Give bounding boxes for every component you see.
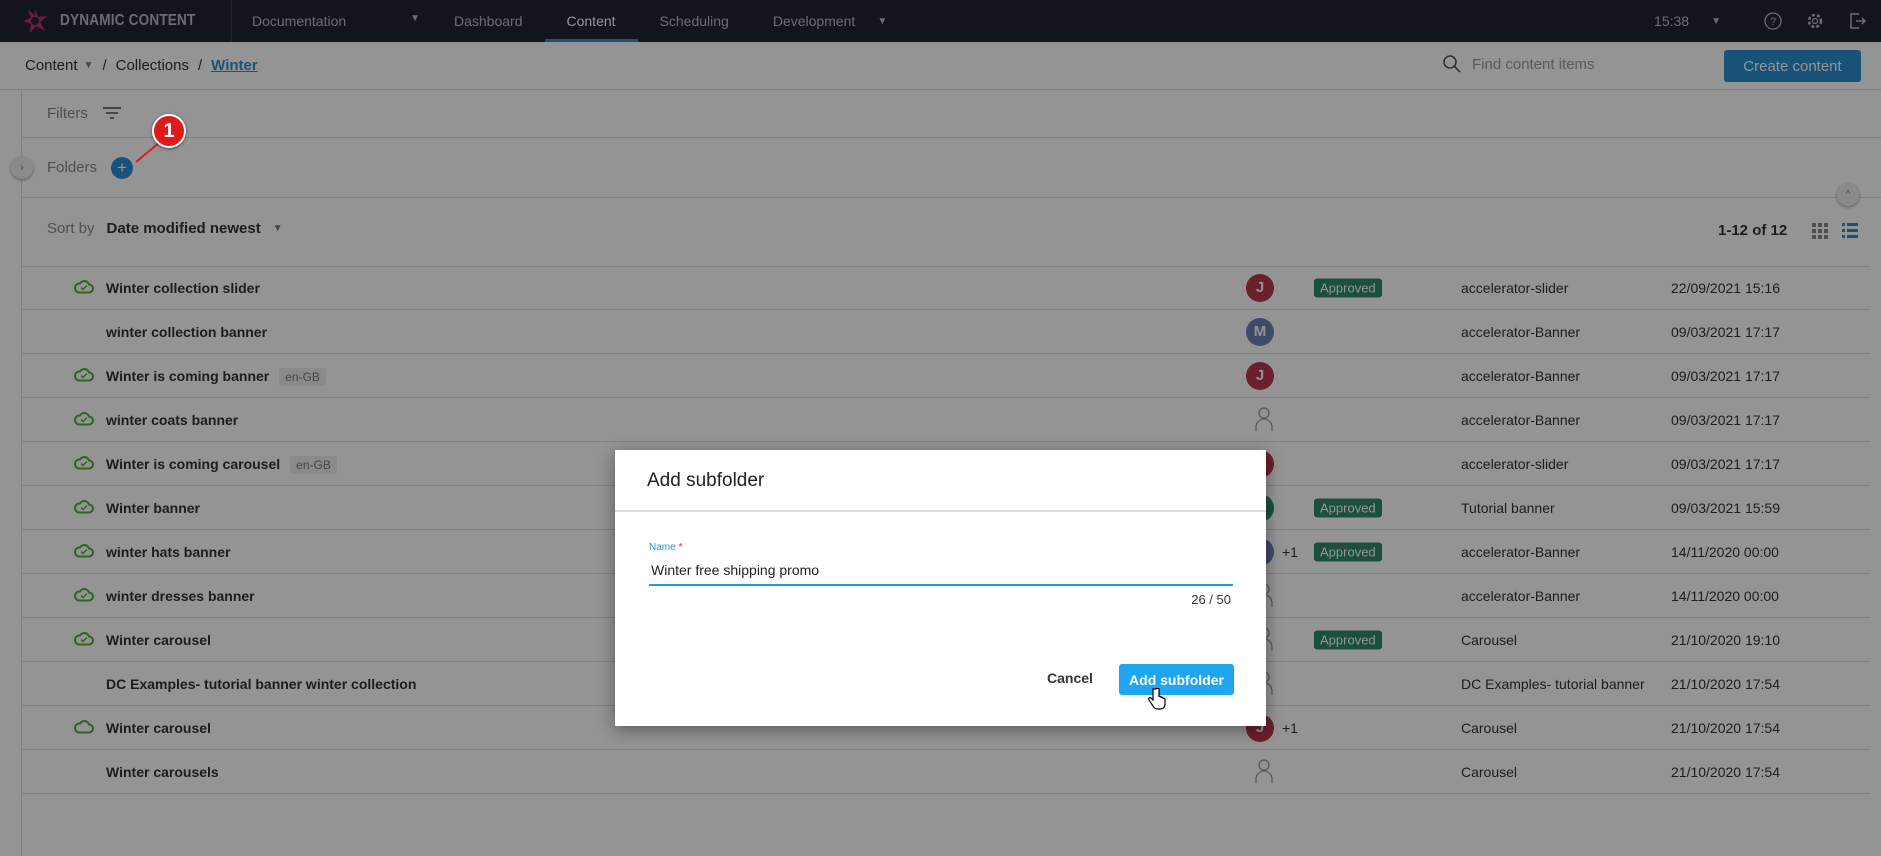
name-field-label: Name *	[649, 542, 682, 553]
character-counter: 26 / 50	[1191, 592, 1231, 607]
add-subfolder-button[interactable]: Add subfolder	[1119, 664, 1234, 695]
dialog-title: Add subfolder	[615, 450, 1266, 512]
annotation-pointer	[135, 141, 161, 163]
annotation-marker: 1	[152, 114, 186, 148]
hand-cursor-icon	[1148, 688, 1166, 710]
cancel-button[interactable]: Cancel	[1035, 664, 1105, 692]
name-label-text: Name	[649, 542, 676, 553]
required-mark: *	[678, 542, 683, 553]
add-subfolder-dialog: Add subfolder Name * 26 / 50 Cancel Add …	[615, 450, 1266, 726]
folder-name-input[interactable]	[649, 556, 1233, 586]
modal-backdrop[interactable]	[0, 0, 1881, 856]
